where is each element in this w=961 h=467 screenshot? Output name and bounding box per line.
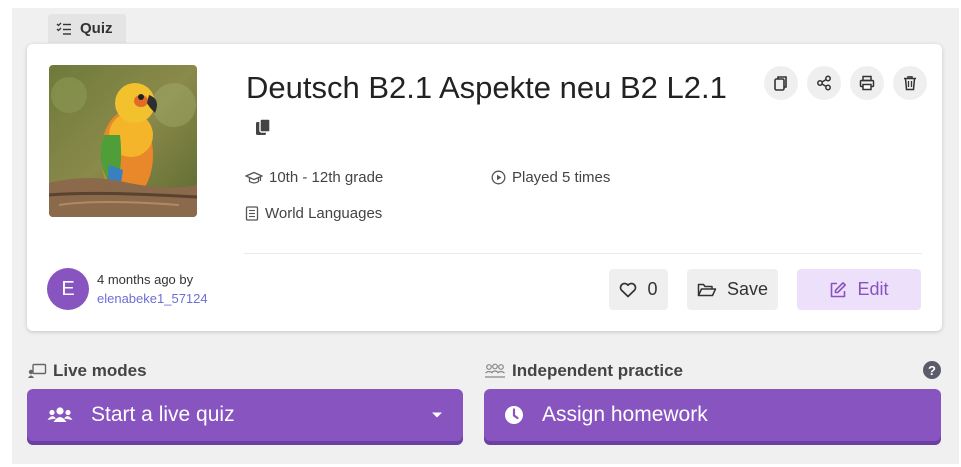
- independent-practice-text: Independent practice: [512, 361, 683, 380]
- assign-homework-button[interactable]: Assign homework: [484, 389, 941, 441]
- quiz-card: Deutsch B2.1 Aspekte neu B2 L2.1 10th - …: [27, 44, 942, 331]
- graduation-cap-icon: [245, 171, 263, 184]
- quiz-thumbnail: [49, 65, 197, 217]
- edit-icon: [831, 281, 847, 297]
- duplicate-button[interactable]: [764, 66, 798, 100]
- folder-open-icon: [697, 283, 717, 296]
- avatar[interactable]: E: [47, 268, 89, 310]
- quiz-title: Deutsch B2.1 Aspekte neu B2 L2.1: [246, 70, 727, 105]
- quiz-actions: [764, 66, 927, 100]
- print-icon: [859, 75, 875, 91]
- start-live-quiz-button[interactable]: Start a live quiz: [27, 389, 463, 441]
- play-circle-icon: [491, 170, 506, 185]
- author-username[interactable]: elenabeke1_57124: [97, 291, 208, 306]
- like-button[interactable]: 0: [609, 269, 668, 310]
- card-divider: [244, 253, 922, 254]
- live-modes-label: Live modes: [27, 361, 147, 381]
- group-icon: [485, 363, 505, 378]
- save-label: Save: [726, 279, 769, 299]
- subject-text: World Languages: [265, 205, 383, 222]
- author-time: 4 months ago by: [97, 272, 194, 287]
- book-icon: [245, 206, 259, 221]
- quiz-type-label: Quiz: [80, 20, 113, 37]
- share-button[interactable]: [807, 66, 841, 100]
- duplicate-icon: [774, 76, 787, 91]
- users-icon: [47, 407, 73, 422]
- independent-practice-label: Independent practice: [484, 361, 683, 381]
- caret-down-icon[interactable]: [431, 411, 443, 419]
- edit-label: Edit: [857, 279, 889, 299]
- save-button[interactable]: Save: [687, 269, 778, 310]
- grade-meta: 10th - 12th grade: [245, 169, 383, 186]
- quiz-type-tag: Quiz: [48, 14, 126, 43]
- print-button[interactable]: [850, 66, 884, 100]
- clock-icon: [505, 406, 523, 424]
- plays-text: Played 5 times: [512, 169, 611, 186]
- plays-meta: Played 5 times: [491, 169, 610, 186]
- live-modes-text: Live modes: [53, 361, 147, 380]
- trash-icon: [904, 76, 916, 91]
- share-icon: [817, 75, 831, 91]
- checklist-icon: [56, 22, 71, 35]
- start-live-quiz-label: Start a live quiz: [91, 403, 235, 426]
- assign-homework-label: Assign homework: [542, 403, 708, 426]
- presentation-icon: [28, 363, 47, 378]
- heart-icon: [620, 282, 637, 297]
- delete-button[interactable]: [893, 66, 927, 100]
- grade-text: 10th - 12th grade: [269, 169, 384, 186]
- edit-button[interactable]: Edit: [797, 269, 921, 310]
- help-icon[interactable]: ?: [923, 361, 941, 379]
- copy-title-icon[interactable]: [255, 118, 271, 141]
- subject-meta: World Languages: [245, 205, 382, 222]
- like-count: 0: [647, 279, 658, 299]
